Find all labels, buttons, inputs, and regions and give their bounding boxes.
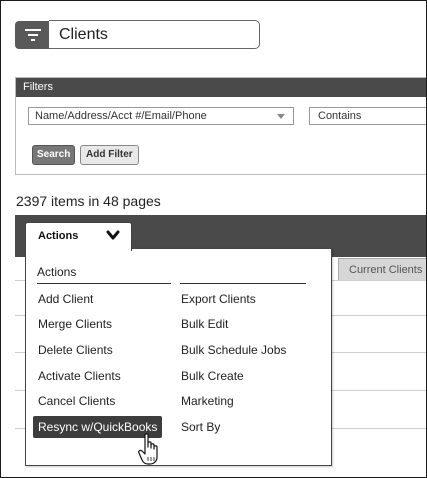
menu-item-bulk-edit[interactable]: Bulk Edit bbox=[181, 317, 228, 331]
menu-divider bbox=[37, 283, 171, 284]
menu-item-activate-clients[interactable]: Activate Clients bbox=[38, 369, 121, 383]
menu-item-export-clients[interactable]: Export Clients bbox=[181, 292, 256, 306]
filters-heading: Filters bbox=[16, 78, 426, 97]
actions-dropdown-button[interactable]: Actions bbox=[25, 222, 132, 251]
filter-field-select[interactable]: Name/Address/Acct #/Email/Phone bbox=[28, 107, 294, 125]
menu-divider bbox=[180, 283, 306, 284]
actions-button-label: Actions bbox=[38, 230, 79, 242]
filter-operator-value: Contains bbox=[318, 110, 362, 122]
add-filter-button[interactable]: Add Filter bbox=[80, 145, 139, 165]
menu-item-add-client[interactable]: Add Client bbox=[38, 292, 93, 306]
actions-menu-header: Actions bbox=[37, 265, 77, 279]
filter-menu-button[interactable] bbox=[15, 21, 51, 49]
menu-item-delete-clients[interactable]: Delete Clients bbox=[38, 343, 113, 357]
search-button[interactable]: Search bbox=[32, 145, 76, 165]
menu-item-marketing[interactable]: Marketing bbox=[181, 394, 234, 408]
filter-lines-icon bbox=[25, 29, 41, 41]
menu-item-merge-clients[interactable]: Merge Clients bbox=[38, 317, 112, 331]
filter-field-value: Name/Address/Acct #/Email/Phone bbox=[35, 110, 207, 122]
menu-item-sort-by[interactable]: Sort By bbox=[181, 420, 220, 434]
menu-item-bulk-create[interactable]: Bulk Create bbox=[181, 369, 244, 383]
app-window: Clients Filters Name/Address/Acct #/Emai… bbox=[0, 0, 427, 478]
filters-panel: Filters Name/Address/Acct #/Email/Phone … bbox=[15, 77, 426, 175]
filter-operator-select[interactable]: Contains bbox=[309, 107, 426, 125]
page-title: Clients bbox=[59, 26, 108, 43]
page-title-box: Clients bbox=[49, 20, 260, 49]
actions-menu: Actions Add Client Merge Clients Delete … bbox=[25, 248, 332, 466]
hand-cursor-icon bbox=[138, 433, 158, 465]
tab-current-clients[interactable]: Current Clients bbox=[338, 258, 426, 281]
chevron-down-icon bbox=[277, 114, 285, 119]
results-count: 2397 items in 48 pages bbox=[16, 193, 161, 209]
menu-item-cancel-clients[interactable]: Cancel Clients bbox=[38, 394, 115, 408]
chevron-down-icon bbox=[106, 230, 120, 240]
menu-item-bulk-schedule-jobs[interactable]: Bulk Schedule Jobs bbox=[181, 343, 286, 357]
